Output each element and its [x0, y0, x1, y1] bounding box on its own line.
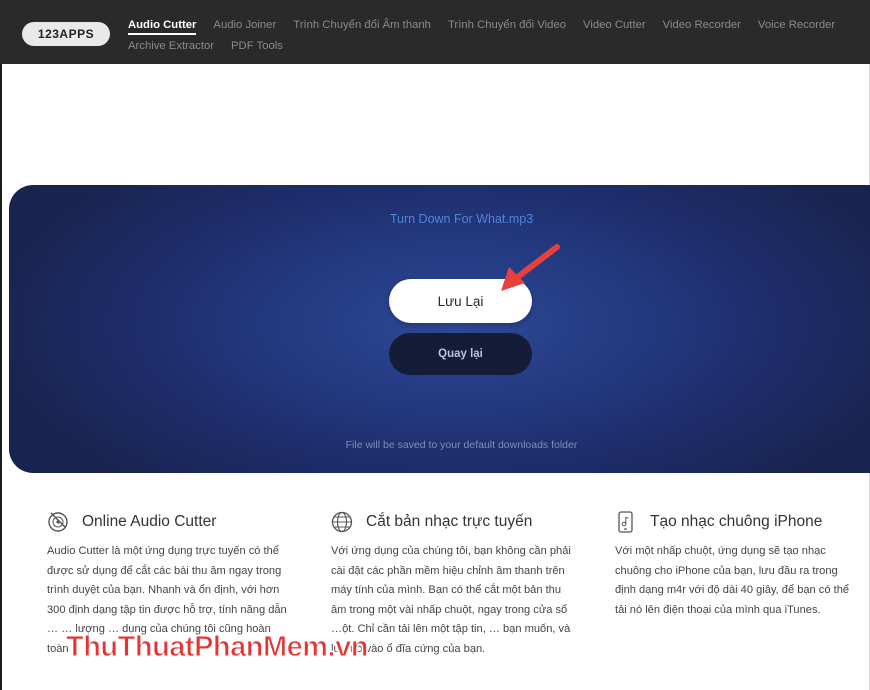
nav-item-video-converter[interactable]: Trình Chuyển đổi Video [448, 18, 566, 35]
watermark: ThuThuatPhanMem.vn [66, 631, 369, 664]
red-arrow-annotation-icon [501, 244, 560, 291]
nav-item-audio-cutter[interactable]: Audio Cutter [128, 18, 197, 35]
nav-item-audio-joiner[interactable]: Audio Joiner [213, 18, 276, 35]
nav-item-audio-converter[interactable]: Trình Chuyển đổi Âm thanh [293, 18, 431, 35]
feature-title: Online Audio Cutter [82, 513, 217, 530]
back-button[interactable]: Quay lại [389, 333, 532, 375]
editor-panel: Turn Down For What.mp3 Lưu Lại Quay lại … [9, 185, 870, 473]
feature-title: Tạo nhạc chuông iPhone [650, 513, 823, 530]
file-name: Turn Down For What.mp3 [389, 212, 534, 226]
nav-item-pdf-tools[interactable]: PDF Tools [231, 39, 283, 53]
feature-iphone-ringtone: Tạo nhạc chuông iPhone Với một nhấp chuộ… [615, 508, 855, 620]
nav-item-video-recorder[interactable]: Video Recorder [663, 18, 741, 35]
vinyl-scissors-icon [48, 512, 68, 532]
globe-icon [331, 511, 353, 533]
feature-description: Với một nhấp chuột, ứng dụng sẽ tạo nhạc… [615, 545, 850, 616]
logo-button[interactable]: 123APPS [22, 22, 110, 46]
nav-item-voice-recorder[interactable]: Voice Recorder [758, 18, 835, 35]
phone-music-icon [618, 511, 633, 533]
nav-item-archive-extractor[interactable]: Archive Extractor [128, 39, 214, 53]
top-navigation-bar: 123APPS Audio Cutter Audio Joiner Trình … [0, 0, 870, 64]
window-border-left [0, 0, 2, 690]
save-location-note: File will be saved to your default downl… [345, 439, 578, 451]
feature-title: Cắt bản nhạc trực tuyến [366, 513, 533, 530]
nav-item-video-cutter[interactable]: Video Cutter [583, 18, 646, 35]
app-nav: Audio Cutter Audio Joiner Trình Chuyển đ… [128, 18, 863, 53]
